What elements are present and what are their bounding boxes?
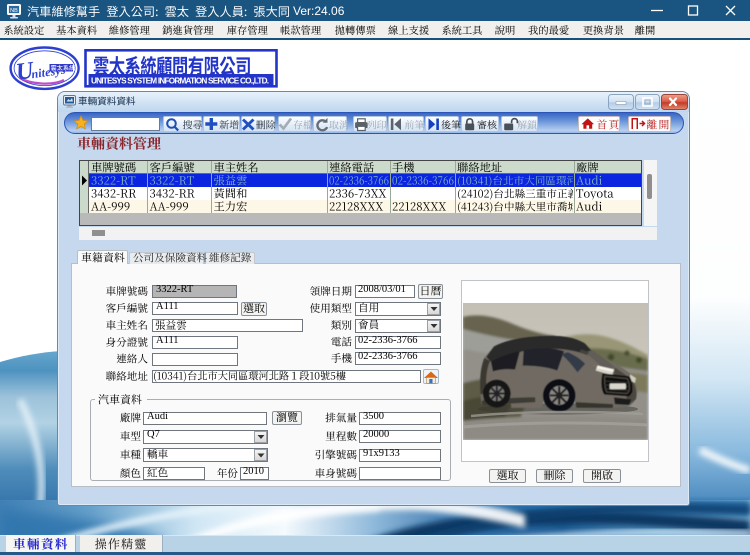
svg-text:NB: NB [10,8,18,14]
svg-text:UNITESYS SYSTEM INFORMATION SE: UNITESYS SYSTEM INFORMATION SERVICE CO.,… [91,77,269,86]
